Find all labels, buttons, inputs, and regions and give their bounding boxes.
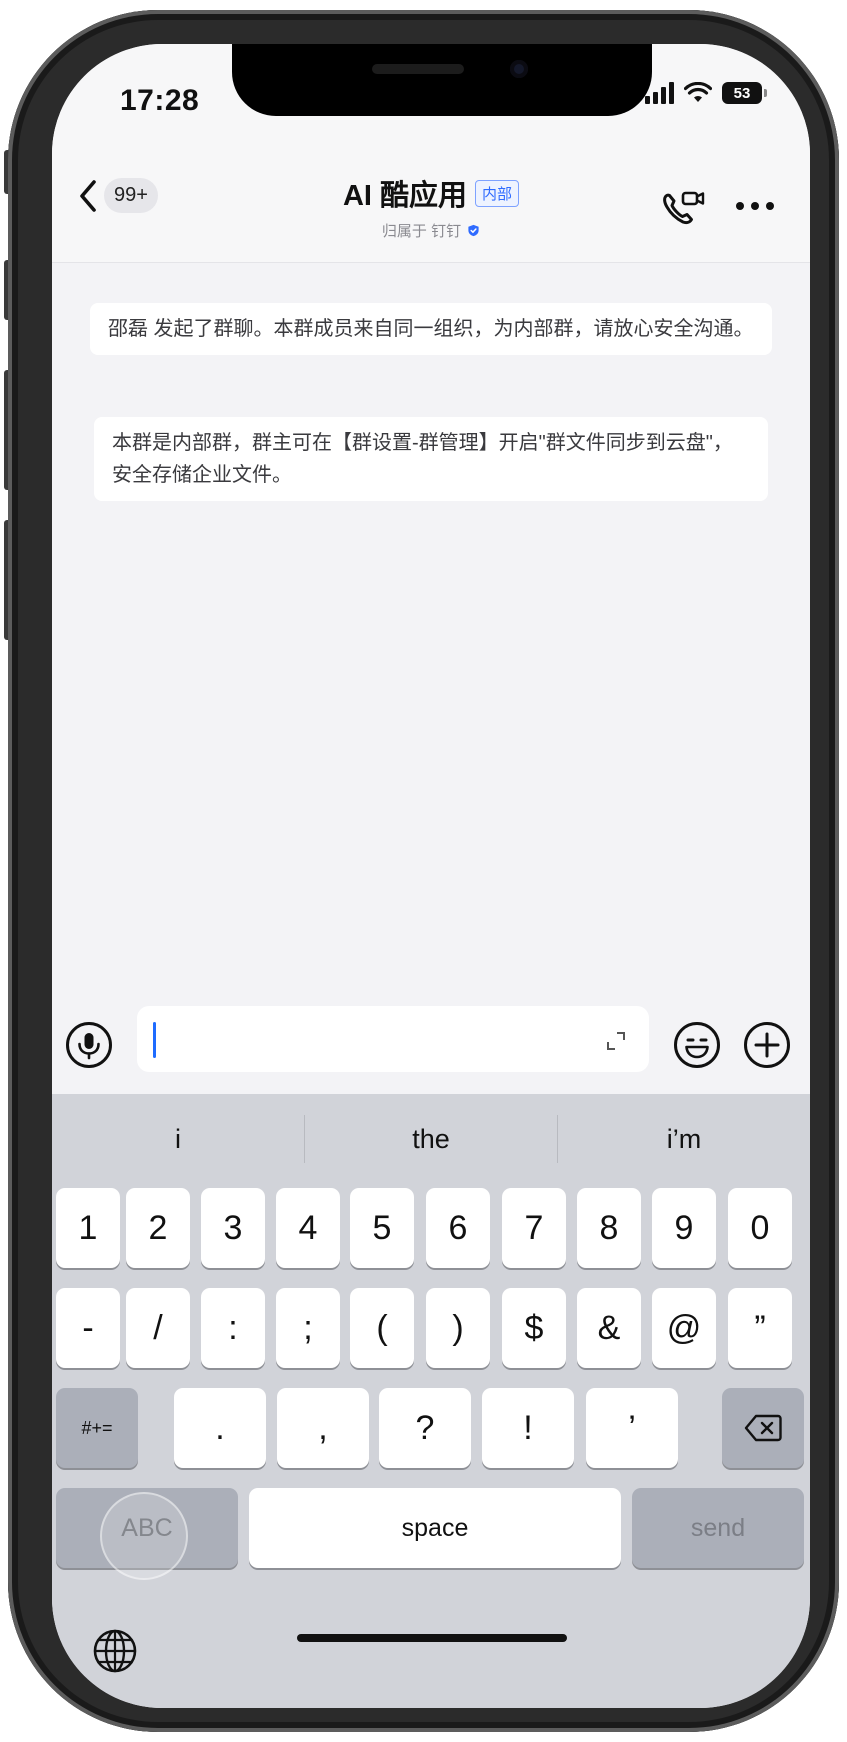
status-time: 17:28 xyxy=(120,84,200,117)
microphone-icon[interactable] xyxy=(64,1020,114,1070)
home-indicator[interactable] xyxy=(297,1634,567,1642)
backspace-icon xyxy=(744,1414,782,1442)
keyboard: i the i’m 1 2 3 4 5 6 7 8 9 0 - / : ; ( … xyxy=(52,1094,810,1708)
key-semicolon[interactable]: ; xyxy=(276,1288,340,1368)
key-open-paren[interactable]: ( xyxy=(350,1288,414,1368)
key-2[interactable]: 2 xyxy=(126,1188,190,1268)
status-icons: 53 xyxy=(645,82,767,104)
key-quote[interactable]: ” xyxy=(728,1288,792,1368)
text-cursor xyxy=(153,1022,156,1058)
key-ampersand[interactable]: & xyxy=(577,1288,641,1368)
delete-key[interactable] xyxy=(722,1388,804,1468)
suggestion-bar: i the i’m xyxy=(52,1094,810,1184)
suggestion-item[interactable]: the xyxy=(304,1115,557,1163)
key-hyphen[interactable]: - xyxy=(56,1288,120,1368)
earpiece-speaker xyxy=(372,64,464,74)
key-apostrophe[interactable]: ’ xyxy=(586,1388,678,1468)
key-6[interactable]: 6 xyxy=(426,1188,490,1268)
system-notice: 邵磊 发起了群聊。本群成员来自同一组织，为内部群，请放心安全沟通。 xyxy=(90,303,772,355)
key-slash[interactable]: / xyxy=(126,1288,190,1368)
key-8[interactable]: 8 xyxy=(577,1188,641,1268)
key-9[interactable]: 9 xyxy=(652,1188,716,1268)
plus-circle-icon[interactable] xyxy=(742,1020,792,1070)
chat-header: 99+ AI 酷应用 内部 归属于 钉钉 xyxy=(52,152,810,263)
suggestion-item[interactable]: i’m xyxy=(557,1115,810,1163)
key-period[interactable]: . xyxy=(174,1388,266,1468)
space-key[interactable]: space xyxy=(249,1488,621,1568)
emoji-icon[interactable] xyxy=(672,1020,722,1070)
key-at[interactable]: @ xyxy=(652,1288,716,1368)
wifi-icon xyxy=(684,82,712,102)
globe-icon[interactable] xyxy=(90,1626,140,1676)
send-key[interactable]: send xyxy=(632,1488,804,1568)
chat-title: AI 酷应用 xyxy=(342,180,468,212)
abc-key[interactable]: ABC xyxy=(56,1488,238,1568)
dot-icon xyxy=(766,202,774,210)
key-1[interactable]: 1 xyxy=(56,1188,120,1268)
key-7[interactable]: 7 xyxy=(502,1188,566,1268)
dot-icon xyxy=(736,202,744,210)
video-call-icon[interactable] xyxy=(658,188,706,228)
verified-shield-icon xyxy=(468,224,479,237)
key-colon[interactable]: : xyxy=(201,1288,265,1368)
front-camera xyxy=(510,60,528,78)
composer-bar xyxy=(52,994,810,1094)
notch xyxy=(232,44,652,116)
key-exclamation[interactable]: ! xyxy=(482,1388,574,1468)
key-comma[interactable]: , xyxy=(277,1388,369,1468)
cellular-signal-icon xyxy=(645,82,674,104)
key-dollar[interactable]: $ xyxy=(502,1288,566,1368)
internal-tag: 内部 xyxy=(475,179,520,207)
system-notice: 本群是内部群，群主可在【群设置-群管理】开启"群文件同步到云盘"，安全存储企业文… xyxy=(94,417,768,501)
message-input[interactable] xyxy=(137,1006,649,1072)
dot-icon xyxy=(751,202,759,210)
message-list[interactable]: 邵磊 发起了群聊。本群成员来自同一组织，为内部群，请放心安全沟通。 本群是内部群… xyxy=(52,263,810,1023)
chat-subtitle: 归属于 钉钉 xyxy=(381,223,462,240)
battery-icon: 53 xyxy=(722,82,767,104)
suggestion-item[interactable]: i xyxy=(52,1115,304,1163)
expand-icon[interactable] xyxy=(605,1030,627,1052)
key-5[interactable]: 5 xyxy=(350,1188,414,1268)
key-3[interactable]: 3 xyxy=(201,1188,265,1268)
key-question[interactable]: ? xyxy=(379,1388,471,1468)
key-close-paren[interactable]: ) xyxy=(426,1288,490,1368)
phone-screen: 17:28 53 99+ AI 酷应用 内部 归属于 钉钉 邵磊 发起了群聊。本… xyxy=(52,44,810,1708)
more-options-button[interactable] xyxy=(736,202,774,210)
key-symbols-toggle[interactable]: #+= xyxy=(56,1388,138,1468)
key-4[interactable]: 4 xyxy=(276,1188,340,1268)
key-0[interactable]: 0 xyxy=(728,1188,792,1268)
status-bar: 17:28 53 xyxy=(52,44,810,152)
screenshot-stage: 17:28 53 99+ AI 酷应用 内部 归属于 钉钉 邵磊 发起了群聊。本… xyxy=(0,0,847,1742)
